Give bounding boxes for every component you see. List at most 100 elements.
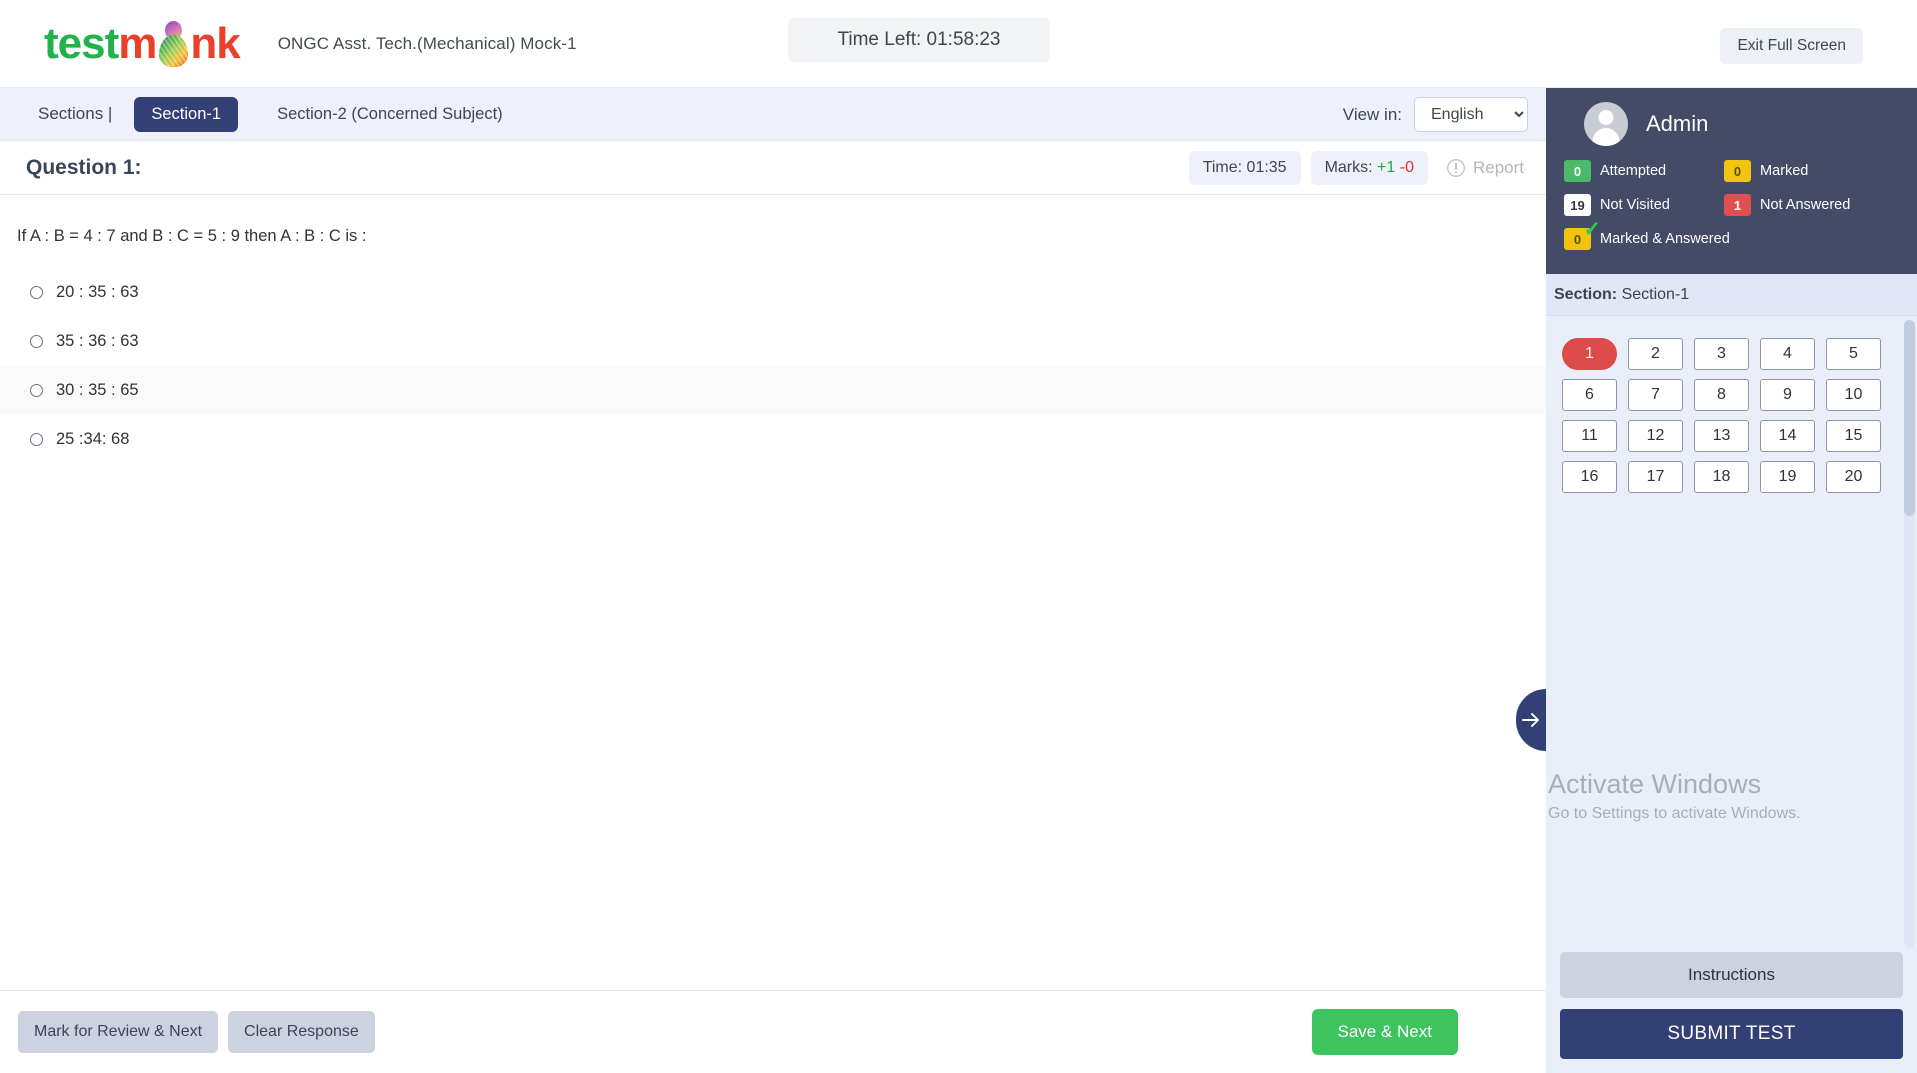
legend-row-2: 19 Not Visited 1 Not Answered: [1564, 194, 1917, 216]
question-button-5[interactable]: 5: [1826, 338, 1881, 370]
exit-full-screen-button[interactable]: Exit Full Screen: [1720, 28, 1863, 64]
option-2-label: 35 : 36 : 63: [56, 332, 139, 350]
marks-prefix: Marks:: [1324, 158, 1373, 176]
question-button-15[interactable]: 15: [1826, 420, 1881, 452]
action-footer: Mark for Review & Next Clear Response Sa…: [0, 990, 1546, 1073]
marks-positive: +1: [1377, 158, 1396, 176]
time-left-display: Time Left: 01:58:23: [788, 18, 1050, 62]
legend-row-1: 0 Attempted 0 Marked: [1564, 160, 1917, 182]
mark-for-review-next-button[interactable]: Mark for Review & Next: [18, 1011, 219, 1053]
user-name: Admin: [1646, 111, 1709, 136]
report-label: Report: [1472, 157, 1524, 177]
language-select[interactable]: English Hindi: [1414, 97, 1528, 132]
question-header-meta: Time: 01:35 Marks: +1 -0 Report: [1188, 150, 1532, 185]
legend-marked-answered: 0 ✓ Marked & Answered: [1564, 219, 1730, 250]
question-title: Question 1:: [26, 155, 142, 179]
question-button-12[interactable]: 12: [1628, 420, 1683, 452]
option-3-label: 30 : 35 : 65: [56, 381, 139, 399]
question-palette: 1 2 3 4 5 6 7 8 9 10 11 12 13 14 15 16 1: [1546, 316, 1917, 493]
legend-not-visited-label: Not Visited: [1600, 197, 1670, 213]
question-button-20[interactable]: 20: [1826, 461, 1881, 493]
legend-attempted-label: Attempted: [1600, 163, 1667, 179]
option-1-radio[interactable]: [30, 286, 43, 299]
submit-test-button[interactable]: SUBMIT TEST: [1560, 1009, 1903, 1059]
logo-text-part3: nk: [190, 18, 240, 68]
legend-not-visited-count: 19: [1564, 194, 1591, 216]
options-list: 20 : 35 : 63 35 : 36 : 63 30 : 35 : 65 2…: [0, 268, 1546, 464]
current-section-name: Section-1: [1621, 286, 1690, 303]
exclamation-circle-icon: [1446, 158, 1465, 177]
profile-block: Admin 0 Attempted 0 Marked 19 Not Visite…: [1546, 88, 1917, 274]
option-4-label: 25 :34: 68: [56, 430, 130, 448]
legend-marked-label: Marked: [1760, 163, 1809, 179]
view-in-group: View in: English Hindi: [1343, 88, 1528, 141]
question-button-9[interactable]: 9: [1760, 379, 1815, 411]
legend-marked: 0 Marked: [1724, 160, 1884, 182]
palette-scrollbar-thumb[interactable]: [1904, 320, 1915, 516]
question-button-1[interactable]: 1: [1562, 338, 1617, 370]
exam-app: test m nk ONGC Asst. Tech.(Mechanical) Moc…: [0, 0, 1917, 1073]
tab-section-2[interactable]: Section-2 (Concerned Subject): [260, 97, 520, 132]
arrow-right-icon: [1522, 713, 1539, 727]
option-3[interactable]: 30 : 35 : 65: [0, 366, 1546, 415]
logo-text-part1: test: [44, 18, 119, 68]
question-button-10[interactable]: 10: [1826, 379, 1881, 411]
option-3-radio[interactable]: [30, 384, 43, 397]
profile-row: Admin: [1546, 102, 1917, 146]
palette-scrollbar[interactable]: [1904, 320, 1915, 948]
option-2-radio[interactable]: [30, 335, 43, 348]
question-button-18[interactable]: 18: [1694, 461, 1749, 493]
report-button[interactable]: Report: [1438, 154, 1532, 182]
sidebar: Admin 0 Attempted 0 Marked 19 Not Visite…: [1546, 88, 1917, 1073]
option-1-label: 20 : 35 : 63: [56, 283, 139, 301]
tab-section-1[interactable]: Section-1: [134, 96, 239, 132]
option-2[interactable]: 35 : 36 : 63: [0, 317, 1546, 366]
question-button-4[interactable]: 4: [1760, 338, 1815, 370]
body-row: Sections | Section-1 Section-2 (Concerne…: [0, 88, 1917, 1073]
option-1[interactable]: 20 : 35 : 63: [0, 268, 1546, 317]
marks-negative: -0: [1399, 158, 1414, 176]
legend-marked-answered-count: 0 ✓: [1564, 219, 1601, 250]
save-and-next-button[interactable]: Save & Next: [1311, 1009, 1458, 1055]
legend-attempted-count: 0: [1564, 160, 1591, 182]
question-button-2[interactable]: 2: [1628, 338, 1683, 370]
question-button-19[interactable]: 19: [1760, 461, 1815, 493]
question-button-6[interactable]: 6: [1562, 379, 1617, 411]
question-body: If A : B = 4 : 7 and B : C = 5 : 9 then …: [0, 195, 1546, 990]
question-button-3[interactable]: 3: [1694, 338, 1749, 370]
sections-label: Sections |: [38, 104, 113, 123]
question-marks-badge: Marks: +1 -0: [1310, 150, 1428, 185]
legend-marked-answered-value: 0: [1573, 231, 1582, 247]
question-button-17[interactable]: 17: [1628, 461, 1683, 493]
question-button-16[interactable]: 16: [1562, 461, 1617, 493]
question-button-7[interactable]: 7: [1628, 379, 1683, 411]
exam-title: ONGC Asst. Tech.(Mechanical) Mock-1: [277, 33, 577, 53]
current-section-prefix: Section:: [1554, 286, 1618, 303]
instructions-button[interactable]: Instructions: [1560, 952, 1903, 998]
legend-not-answered-count: 1: [1724, 194, 1751, 216]
question-panel: Sections | Section-1 Section-2 (Concerne…: [0, 88, 1546, 1073]
status-legend: 0 Attempted 0 Marked 19 Not Visited 1 No…: [1564, 160, 1917, 250]
option-4-radio[interactable]: [30, 433, 43, 446]
question-button-13[interactable]: 13: [1694, 420, 1749, 452]
clear-response-button[interactable]: Clear Response: [228, 1011, 375, 1053]
legend-row-3: 0 ✓ Marked & Answered: [1564, 219, 1917, 250]
check-icon: ✓: [1583, 218, 1601, 241]
current-section-line: Section: Section-1: [1546, 274, 1917, 316]
question-header: Question 1: Time: 01:35 Marks: +1 -0 Rep…: [0, 141, 1546, 195]
question-button-14[interactable]: 14: [1760, 420, 1815, 452]
legend-attempted: 0 Attempted: [1564, 160, 1724, 182]
legend-not-visited: 19 Not Visited: [1564, 194, 1724, 216]
legend-not-answered: 1 Not Answered: [1724, 194, 1884, 216]
panel-toggle-button[interactable]: [1516, 689, 1546, 751]
question-time-badge: Time: 01:35: [1188, 150, 1301, 185]
sidebar-actions: Instructions SUBMIT TEST: [1546, 952, 1917, 1073]
question-button-11[interactable]: 11: [1562, 420, 1617, 452]
question-button-8[interactable]: 8: [1694, 379, 1749, 411]
site-logo[interactable]: test m nk: [44, 18, 241, 69]
sections-bar: Sections | Section-1 Section-2 (Concerne…: [0, 88, 1546, 141]
view-in-label: View in:: [1342, 104, 1402, 124]
user-avatar-icon: [1584, 102, 1628, 146]
option-4[interactable]: 25 :34: 68: [0, 415, 1546, 464]
question-text: If A : B = 4 : 7 and B : C = 5 : 9 then …: [17, 227, 367, 245]
